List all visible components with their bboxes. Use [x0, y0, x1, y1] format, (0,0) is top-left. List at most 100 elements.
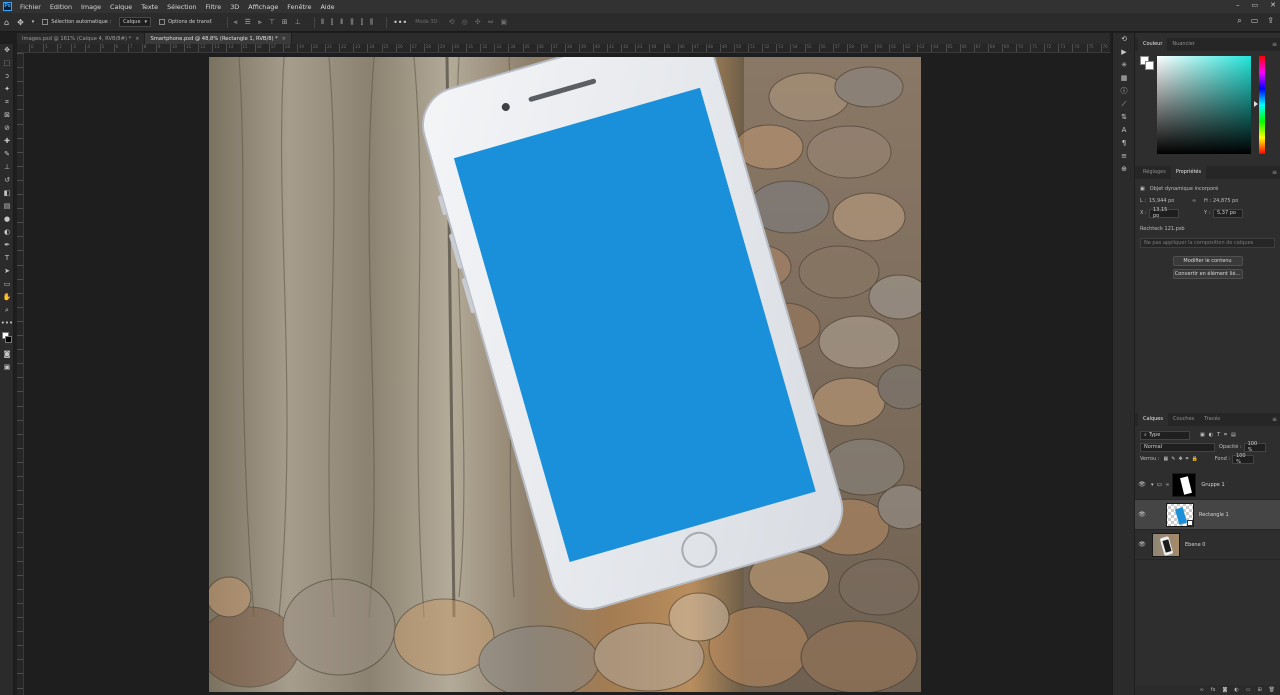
- workspace-icon[interactable]: ▭: [1251, 16, 1259, 26]
- convert-to-linked-button[interactable]: Convertir en élément lié...: [1172, 269, 1243, 279]
- link-icon[interactable]: ∞: [1192, 198, 1204, 204]
- menu-view[interactable]: Affichage: [248, 3, 278, 11]
- edit-toolbar-icon[interactable]: •••: [0, 317, 14, 330]
- distribute-right-icon[interactable]: ⫼: [370, 18, 373, 27]
- auto-select-checkbox[interactable]: [42, 19, 49, 25]
- distribute-bottom-icon[interactable]: ⦀: [340, 18, 343, 27]
- eye-icon[interactable]: 👁: [1135, 511, 1149, 518]
- restore-button[interactable]: ▭: [1252, 1, 1259, 9]
- tab-adjustments[interactable]: Réglages: [1138, 166, 1171, 179]
- color-swatches-icon[interactable]: [0, 330, 14, 348]
- stamp-tool-icon[interactable]: ⊥: [0, 161, 14, 174]
- close-button[interactable]: ✕: [1270, 1, 1276, 9]
- menu-window[interactable]: Fenêtre: [287, 3, 311, 11]
- frame-tool-icon[interactable]: ⊠: [0, 109, 14, 122]
- path-selection-tool-icon[interactable]: ➤: [0, 265, 14, 278]
- dodge-tool-icon[interactable]: ◐: [0, 226, 14, 239]
- history-icon[interactable]: ⟲: [1113, 33, 1135, 46]
- width-value[interactable]: 15,944 po: [1149, 198, 1192, 204]
- roll-3d-icon[interactable]: ◎: [462, 18, 468, 26]
- tab-layers[interactable]: Calques: [1138, 413, 1168, 426]
- type-tool-icon[interactable]: T: [0, 252, 14, 265]
- minimize-button[interactable]: –: [1236, 1, 1240, 9]
- crop-tool-icon[interactable]: ⌗: [0, 96, 14, 109]
- share-icon[interactable]: ⇪: [1267, 16, 1274, 26]
- layer-ebene-0[interactable]: 👁 Ebene 0: [1135, 530, 1280, 560]
- healing-brush-tool-icon[interactable]: ✚: [0, 135, 14, 148]
- tool-presets-icon[interactable]: ⊕: [1113, 163, 1135, 176]
- info-icon[interactable]: ⓘ: [1113, 85, 1135, 98]
- menu-layer[interactable]: Calque: [110, 3, 132, 11]
- fill-field[interactable]: 100 %: [1232, 453, 1255, 465]
- menu-3d[interactable]: 3D: [230, 3, 239, 11]
- document-canvas[interactable]: [209, 57, 921, 692]
- align-bottom-icon[interactable]: ⊥: [295, 18, 301, 26]
- layer-filter-select[interactable]: ⌕ Type: [1140, 430, 1190, 440]
- clone-source-icon[interactable]: ⟋: [1113, 98, 1135, 111]
- align-left-icon[interactable]: ⫷: [234, 18, 238, 27]
- marquee-tool-icon[interactable]: ⬚: [0, 57, 14, 70]
- magic-wand-tool-icon[interactable]: ✦: [0, 83, 14, 96]
- orbit-3d-icon[interactable]: ⟲: [449, 18, 455, 26]
- menu-image[interactable]: Image: [81, 3, 101, 11]
- blend-mode-select[interactable]: Normal: [1140, 442, 1215, 452]
- more-options-button[interactable]: •••: [393, 18, 407, 27]
- tab-properties[interactable]: Propriétés: [1170, 166, 1207, 179]
- hue-slider-marker[interactable]: [1254, 101, 1258, 107]
- align-center-icon[interactable]: ☰: [245, 18, 251, 26]
- align-middle-icon[interactable]: ⊞: [282, 18, 288, 26]
- play-actions-icon[interactable]: ▶: [1113, 46, 1135, 59]
- distribute-left-icon[interactable]: ⫼: [350, 18, 353, 27]
- background-color-swatch[interactable]: [1145, 61, 1154, 70]
- panel-menu-icon[interactable]: ≡: [1272, 169, 1277, 176]
- opacity-field[interactable]: 100 %: [1243, 441, 1266, 453]
- chevron-down-icon[interactable]: ▾: [1151, 482, 1154, 488]
- layer-style-icon[interactable]: fx: [1211, 687, 1216, 693]
- blur-tool-icon[interactable]: ●: [0, 213, 14, 226]
- menu-edit[interactable]: Edition: [50, 3, 72, 11]
- transform-controls-checkbox[interactable]: [159, 19, 166, 25]
- new-group-icon[interactable]: ▭: [1246, 687, 1251, 693]
- y-field[interactable]: 5,37 po: [1213, 208, 1243, 218]
- chevron-down-icon[interactable]: ▾: [32, 19, 35, 25]
- delete-layer-icon[interactable]: 🗑: [1269, 687, 1275, 693]
- auto-select-target-select[interactable]: Calque ▾: [119, 17, 152, 27]
- filter-icons[interactable]: ▣◐T⌗▤: [1200, 432, 1240, 438]
- menu-type[interactable]: Texte: [141, 3, 158, 11]
- rectangle-tool-icon[interactable]: ▭: [0, 278, 14, 291]
- paragraph-icon[interactable]: ¶: [1113, 137, 1135, 150]
- link-layers-icon[interactable]: ∞: [1200, 687, 1204, 693]
- align-right-icon[interactable]: ⫸: [258, 18, 262, 27]
- eye-icon[interactable]: 👁: [1135, 481, 1149, 488]
- hand-tool-icon[interactable]: ✋: [0, 291, 14, 304]
- distribute-middle-icon[interactable]: ⫿: [331, 18, 333, 27]
- layer-comp-select[interactable]: Ne pas appliquer la composition de calqu…: [1140, 238, 1275, 248]
- distribute-top-icon[interactable]: ⦀: [321, 18, 324, 27]
- tab-smartphone-psd[interactable]: Smartphone.psd @ 48,8% (Rectangle 1, RVB…: [145, 33, 292, 44]
- new-layer-icon[interactable]: ⊞: [1257, 687, 1261, 693]
- eraser-tool-icon[interactable]: ◧: [0, 187, 14, 200]
- adjustments-icon[interactable]: ⇅: [1113, 111, 1135, 124]
- lasso-tool-icon[interactable]: ↄ: [0, 70, 14, 83]
- scale-3d-icon[interactable]: ▣: [500, 18, 507, 26]
- layer-rectangle-1[interactable]: 👁 Rectangle 1: [1135, 500, 1280, 530]
- quick-mask-icon[interactable]: ◙: [0, 348, 14, 361]
- character-icon[interactable]: A: [1113, 124, 1135, 137]
- add-mask-icon[interactable]: ◙: [1222, 687, 1227, 693]
- panel-menu-icon[interactable]: ≡: [1272, 416, 1277, 423]
- lock-icons[interactable]: ▦✎✥⌗🔒: [1164, 456, 1201, 462]
- layer-gruppe-1[interactable]: 👁 ▾ ▭ ∞ Gruppe 1: [1135, 470, 1280, 500]
- menu-file[interactable]: Fichier: [20, 3, 41, 11]
- slide-3d-icon[interactable]: ⇔: [488, 18, 494, 26]
- move-tool-icon[interactable]: ✥: [17, 18, 24, 27]
- history-brush-tool-icon[interactable]: ↺: [0, 174, 14, 187]
- tab-paths[interactable]: Tracés: [1199, 413, 1225, 426]
- pen-tool-icon[interactable]: ✒: [0, 239, 14, 252]
- menu-filter[interactable]: Filtre: [206, 3, 222, 11]
- eye-icon[interactable]: 👁: [1135, 541, 1149, 548]
- zoom-tool-icon[interactable]: ⌕: [0, 304, 14, 317]
- tab-channels[interactable]: Couches: [1168, 413, 1199, 426]
- tab-swatches[interactable]: Nuancier: [1167, 38, 1199, 51]
- distribute-center-icon[interactable]: ⫿: [361, 18, 363, 27]
- brush-settings-icon[interactable]: ✳: [1113, 59, 1135, 72]
